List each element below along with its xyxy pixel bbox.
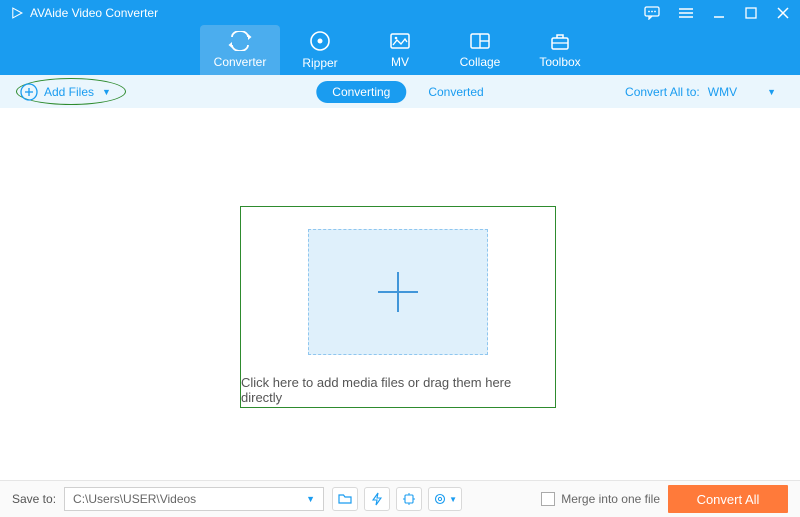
converter-icon bbox=[228, 31, 252, 51]
merge-label: Merge into one file bbox=[561, 492, 660, 506]
format-select[interactable]: WMV ▼ bbox=[708, 85, 784, 99]
titlebar: AVAide Video Converter bbox=[0, 0, 800, 25]
app-title: AVAide Video Converter bbox=[30, 6, 158, 20]
plus-circle-icon bbox=[20, 83, 38, 101]
add-files-button[interactable]: Add Files ▼ bbox=[16, 79, 131, 105]
toolbox-icon bbox=[549, 31, 571, 51]
save-path-dropdown[interactable]: C:\Users\USER\Videos ▼ bbox=[64, 487, 324, 511]
dropzone-dashed-box bbox=[308, 229, 488, 355]
tab-label: Ripper bbox=[302, 56, 337, 70]
folder-icon bbox=[338, 493, 352, 505]
settings-button[interactable]: ▼ bbox=[428, 487, 462, 511]
tab-label: MV bbox=[391, 55, 409, 69]
maximize-icon[interactable] bbox=[744, 6, 758, 20]
tab-converted[interactable]: Converted bbox=[428, 85, 483, 99]
nav-tabs: Converter Ripper MV Collage Toolbox bbox=[0, 25, 800, 75]
mv-icon bbox=[389, 31, 411, 51]
main-area: Click here to add media files or drag th… bbox=[0, 108, 800, 480]
tab-collage[interactable]: Collage bbox=[440, 25, 520, 75]
chip-icon bbox=[402, 492, 416, 506]
tool-icons: ▼ bbox=[332, 487, 462, 511]
convert-all-label: Convert All to: bbox=[625, 85, 700, 99]
tab-label: Toolbox bbox=[539, 55, 580, 69]
bottom-bar: Save to: C:\Users\USER\Videos ▼ ▼ Merge … bbox=[0, 480, 800, 517]
tab-ripper[interactable]: Ripper bbox=[280, 25, 360, 75]
minimize-icon[interactable] bbox=[712, 6, 726, 20]
tab-converter[interactable]: Converter bbox=[200, 25, 280, 75]
chevron-down-icon: ▼ bbox=[102, 87, 111, 97]
save-to-label: Save to: bbox=[12, 492, 56, 506]
sub-toolbar: Add Files ▼ Converting Converted Convert… bbox=[0, 75, 800, 108]
tab-mv[interactable]: MV bbox=[360, 25, 440, 75]
close-icon[interactable] bbox=[776, 6, 790, 20]
tab-toolbox[interactable]: Toolbox bbox=[520, 25, 600, 75]
save-path-value: C:\Users\USER\Videos bbox=[73, 492, 196, 506]
feedback-icon[interactable] bbox=[644, 6, 660, 20]
convert-all-button[interactable]: Convert All bbox=[668, 485, 788, 513]
collage-icon bbox=[469, 31, 491, 51]
open-folder-button[interactable] bbox=[332, 487, 358, 511]
chevron-down-icon: ▼ bbox=[767, 87, 776, 97]
tab-label: Converter bbox=[214, 55, 267, 69]
chevron-down-icon: ▼ bbox=[449, 495, 457, 504]
dropzone-hint: Click here to add media files or drag th… bbox=[241, 375, 555, 405]
add-files-label: Add Files bbox=[44, 85, 94, 99]
window-controls bbox=[644, 6, 790, 20]
hardware-button[interactable] bbox=[396, 487, 422, 511]
tab-converting[interactable]: Converting bbox=[316, 81, 406, 103]
chevron-down-icon: ▼ bbox=[306, 494, 315, 504]
status-tabs: Converting Converted bbox=[316, 81, 483, 103]
format-selected-value: WMV bbox=[708, 85, 737, 99]
plus-icon bbox=[376, 270, 420, 314]
ripper-icon bbox=[309, 30, 331, 52]
app-logo: AVAide Video Converter bbox=[10, 6, 158, 20]
tab-label: Collage bbox=[460, 55, 501, 69]
logo-icon bbox=[10, 6, 24, 20]
checkbox-box bbox=[541, 492, 555, 506]
menu-icon[interactable] bbox=[678, 7, 694, 19]
gpu-accel-button[interactable] bbox=[364, 487, 390, 511]
merge-checkbox[interactable]: Merge into one file bbox=[541, 492, 660, 506]
lightning-icon bbox=[370, 492, 384, 506]
dropzone[interactable]: Click here to add media files or drag th… bbox=[240, 206, 556, 408]
convert-all-to: Convert All to: WMV ▼ bbox=[625, 85, 784, 99]
gear-icon bbox=[433, 492, 447, 506]
